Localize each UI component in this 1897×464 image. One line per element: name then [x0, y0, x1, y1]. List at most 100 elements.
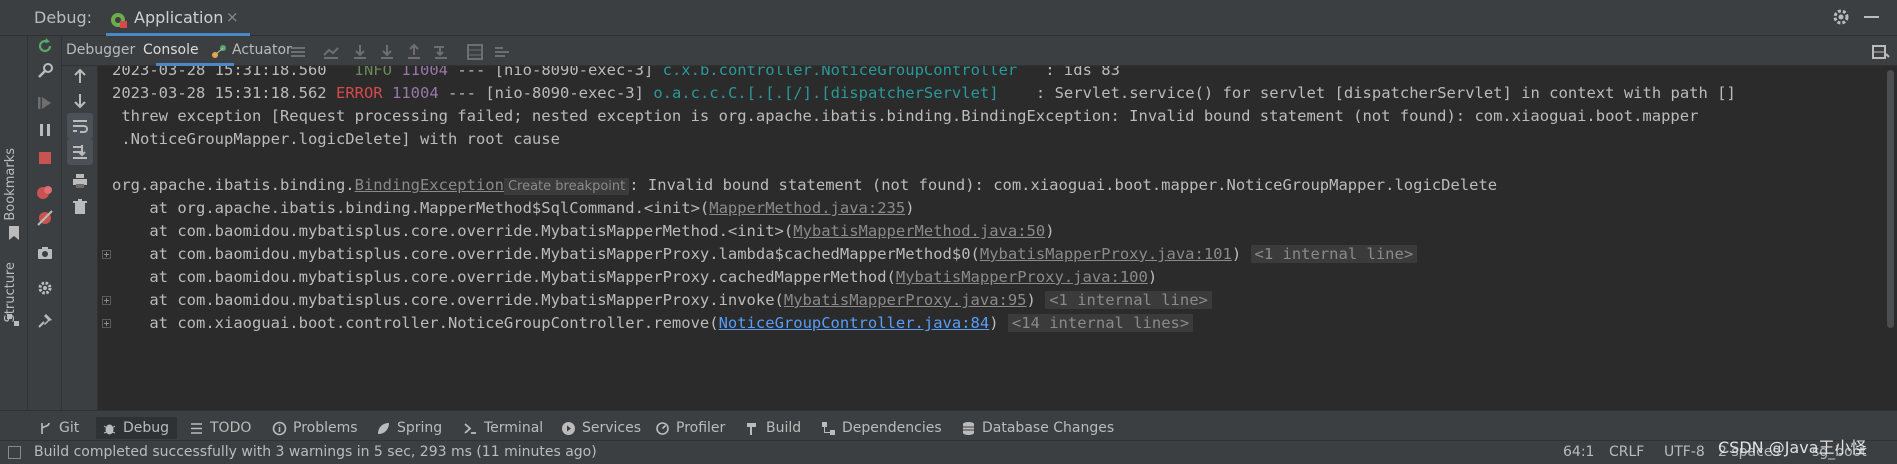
tab-debugger[interactable]: Debugger: [66, 42, 135, 58]
layout-settings-icon[interactable]: [1872, 44, 1890, 60]
bookmarks-tab[interactable]: Bookmarks: [3, 148, 18, 221]
hammer-icon: [747, 422, 756, 435]
exception-class-link[interactable]: BindingException: [355, 176, 504, 194]
frame-suffix: ): [989, 314, 999, 332]
scroll-to-end-icon[interactable]: [67, 139, 93, 165]
debug-tab[interactable]: Debug: [96, 417, 178, 439]
line-separator[interactable]: CRLF: [1609, 444, 1644, 460]
debug-controls-toolbar: [28, 36, 62, 410]
file-encoding[interactable]: UTF-8: [1664, 444, 1705, 460]
step-over-icon[interactable]: [351, 43, 369, 61]
minimize-icon[interactable]: [1864, 16, 1879, 18]
debug-tab-label: Debug: [123, 420, 170, 436]
frame-source-link[interactable]: MybatisMapperProxy.java:100: [896, 268, 1148, 286]
view-breakpoints-icon[interactable]: [35, 182, 55, 202]
frame-source-link[interactable]: NoticeGroupController.java:84: [719, 314, 990, 332]
problems-tab-label: Problems: [293, 420, 358, 436]
resume-icon[interactable]: [35, 93, 55, 113]
problems-tab[interactable]: Problems: [272, 417, 358, 439]
pin-icon[interactable]: [35, 311, 55, 331]
database-changes-tab[interactable]: Database Changes: [961, 417, 1114, 439]
git-tab-label: Git: [59, 420, 80, 436]
mute-breakpoints-icon[interactable]: [35, 208, 55, 228]
status-bar: Build completed successfully with 3 warn…: [0, 440, 1897, 464]
folded-lines[interactable]: <14 internal lines>: [1007, 314, 1194, 332]
log-message: : Servlet.service() for servlet [dispatc…: [1026, 84, 1736, 102]
tab-actuator[interactable]: Actuator: [232, 42, 292, 58]
stack-frame: at com.baomidou.mybatisplus.core.overrid…: [112, 268, 1157, 286]
spring-tab[interactable]: Spring: [376, 417, 442, 439]
profiler-icon: [656, 421, 669, 435]
debug-subtab-bar: Debugger Console Actuator: [62, 36, 1897, 66]
run-to-cursor-icon[interactable]: [432, 43, 450, 61]
dependencies-tab[interactable]: Dependencies: [821, 417, 942, 439]
frame-suffix: ): [905, 199, 915, 217]
gear-icon[interactable]: [1831, 7, 1851, 27]
log-line: 2023-03-28 15:31:18.562 ERROR 11004 --- …: [112, 84, 1736, 102]
build-tab[interactable]: Build: [745, 417, 801, 439]
exception-line: org.apache.ibatis.binding.BindingExcepti…: [112, 176, 1498, 195]
console-output[interactable]: 2023-03-28 15:31:18.560 INFO 11004 --- […: [98, 66, 1884, 410]
frame-source-link[interactable]: MybatisMapperProxy.java:95: [784, 291, 1027, 309]
layout-icon[interactable]: [289, 43, 307, 61]
frame-source-link[interactable]: MapperMethod.java:235: [709, 199, 905, 217]
console-scrollbar[interactable]: [1884, 66, 1897, 410]
scrollbar-thumb[interactable]: [1887, 70, 1894, 328]
scroll-down-icon[interactable]: [70, 91, 90, 111]
bug-icon: [103, 424, 116, 434]
create-breakpoint-hint[interactable]: Create breakpoint: [503, 178, 630, 195]
wrench-icon[interactable]: [35, 61, 55, 81]
services-tab[interactable]: Services: [561, 417, 641, 439]
caret-position[interactable]: 64:1: [1563, 444, 1594, 460]
status-message[interactable]: Build completed successfully with 3 warn…: [34, 444, 597, 460]
expand-fold-icon[interactable]: [102, 319, 111, 328]
run-configuration-tab[interactable]: Application ×: [106, 4, 250, 36]
trace-icon[interactable]: [493, 43, 511, 61]
folded-lines[interactable]: <1 internal line>: [1045, 291, 1212, 309]
bookmark-icon: [9, 226, 19, 240]
rerun-icon[interactable]: [35, 36, 55, 56]
frame-suffix: ): [1231, 245, 1242, 263]
frame-text: at org.apache.ibatis.binding.MapperMetho…: [112, 199, 710, 217]
frame-suffix: ): [1045, 222, 1055, 240]
profiler-tab[interactable]: Profiler: [655, 417, 725, 439]
log-thread: --- [nio-8090-exec-3]: [438, 84, 654, 102]
trash-icon[interactable]: [70, 197, 90, 217]
soft-wrap-icon[interactable]: [67, 113, 93, 139]
folded-lines[interactable]: <1 internal line>: [1250, 245, 1418, 263]
frame-source-link[interactable]: MybatisMapperMethod.java:50: [793, 222, 1045, 240]
frame-suffix: ): [1147, 268, 1158, 286]
git-tab[interactable]: Git: [38, 417, 79, 439]
camera-icon[interactable]: [35, 243, 55, 263]
pause-icon[interactable]: [35, 120, 55, 140]
print-icon[interactable]: [70, 171, 90, 191]
terminal-tab-label: Terminal: [484, 420, 544, 436]
scroll-up-icon[interactable]: [70, 66, 90, 86]
frame-source-link[interactable]: MybatisMapperProxy.java:101: [980, 245, 1232, 263]
show-execution-point-icon[interactable]: [322, 43, 340, 61]
profiler-tab-label: Profiler: [676, 420, 726, 436]
tab-console[interactable]: Console: [143, 42, 199, 58]
terminal-icon: [464, 422, 476, 434]
expand-fold-icon[interactable]: [102, 296, 111, 305]
database-icon: [963, 421, 974, 435]
event-log-icon[interactable]: [8, 446, 21, 459]
actuator-icon: [212, 45, 226, 58]
log-continuation: threw exception [Request processing fail…: [112, 107, 1699, 125]
close-icon[interactable]: ×: [226, 8, 239, 26]
expand-fold-icon[interactable]: [102, 250, 111, 259]
stack-frame: at com.xiaoguai.boot.controller.NoticeGr…: [112, 314, 1194, 332]
list-icon: [191, 422, 202, 434]
settings-icon[interactable]: [35, 278, 55, 298]
stack-frame: at com.baomidou.mybatisplus.core.overrid…: [112, 245, 1418, 263]
todo-tab[interactable]: TODO: [189, 417, 251, 439]
step-into-icon[interactable]: [378, 43, 396, 61]
step-out-icon[interactable]: [405, 43, 423, 61]
spring-leaf-icon: [378, 422, 389, 434]
terminal-tab[interactable]: Terminal: [463, 417, 543, 439]
frame-text: at com.baomidou.mybatisplus.core.overrid…: [112, 245, 980, 263]
stop-icon[interactable]: [35, 148, 55, 168]
exception-message: : Invalid bound statement (not found): c…: [629, 176, 1498, 194]
run-tab-label: Application: [134, 8, 224, 27]
evaluate-expression-icon[interactable]: [466, 43, 484, 61]
